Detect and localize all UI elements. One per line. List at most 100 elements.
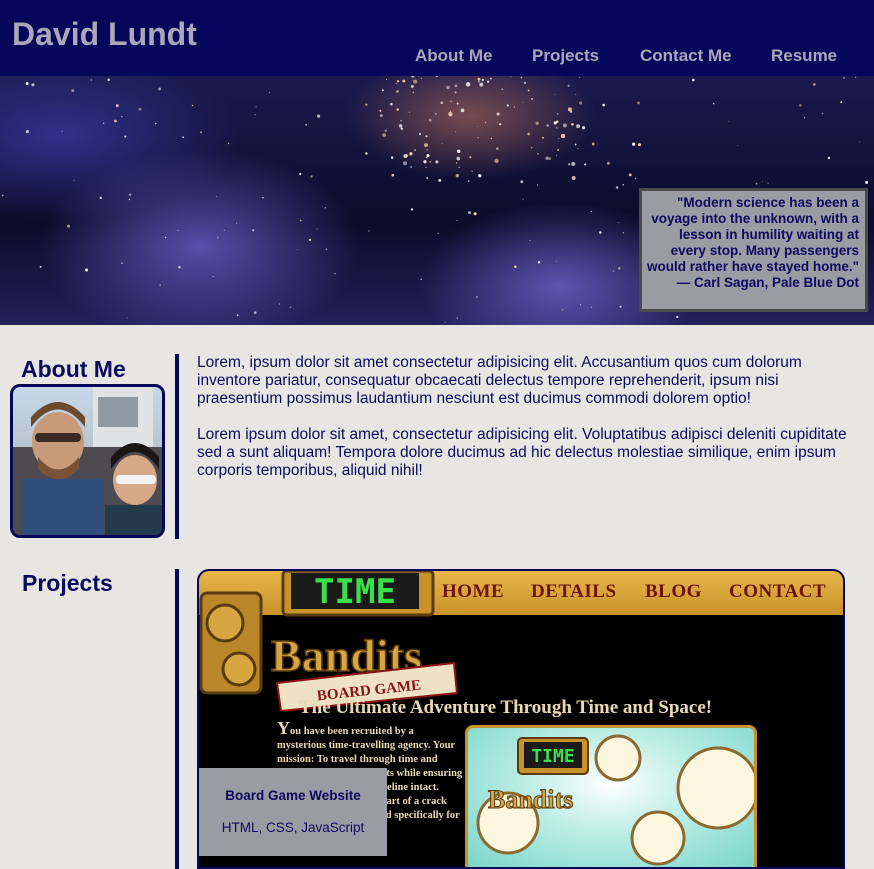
star: [843, 77, 845, 79]
star: [510, 76, 512, 78]
star: [536, 184, 539, 186]
star: [514, 265, 517, 269]
star: [579, 304, 581, 306]
star: [476, 125, 478, 127]
star: [455, 131, 457, 133]
star: [177, 229, 179, 231]
star: [737, 145, 739, 146]
star: [481, 78, 484, 81]
star: [590, 306, 593, 309]
star: [859, 141, 861, 143]
preview-clocks-image: TIME Bandits: [476, 734, 754, 866]
star: [216, 195, 218, 197]
main-nav: About Me Projects Contact Me Resume: [0, 46, 874, 70]
star: [410, 84, 414, 88]
nav-resume[interactable]: Resume: [771, 46, 837, 66]
star: [612, 270, 614, 272]
star: [494, 158, 499, 163]
star: [527, 132, 530, 136]
star: [71, 89, 75, 93]
star: [476, 296, 478, 298]
star: [590, 210, 592, 213]
star: [767, 182, 769, 184]
star: [456, 102, 459, 105]
star: [278, 303, 281, 305]
project-caption-title[interactable]: Board Game Website: [199, 788, 387, 803]
star: [449, 110, 452, 112]
star: [555, 260, 558, 262]
star: [73, 179, 75, 181]
star: [441, 143, 443, 145]
star: [115, 104, 119, 108]
star: [268, 91, 270, 93]
star: [61, 130, 63, 132]
about-paragraph-1: Lorem, ipsum dolor sit amet consectetur …: [197, 354, 802, 407]
star: [400, 127, 403, 130]
star: [410, 208, 414, 211]
star: [545, 156, 549, 160]
star: [496, 121, 498, 123]
star: [865, 180, 869, 184]
star: [478, 174, 482, 178]
star: [577, 147, 579, 150]
quote-text: "Modern science has been a voyage into t…: [647, 195, 859, 274]
star: [426, 153, 430, 158]
star: [548, 157, 552, 161]
star: [200, 131, 202, 134]
preview-nav-blog: BLOG: [645, 581, 702, 602]
project-card-board-game[interactable]: HOME DETAILS BLOG CONTACT TIME Bandits B…: [197, 569, 845, 869]
star: [396, 90, 399, 93]
star: [520, 180, 524, 184]
star: [410, 166, 412, 168]
star: [637, 143, 642, 147]
star: [429, 161, 432, 163]
star: [128, 198, 131, 201]
star: [25, 130, 29, 134]
star: [622, 232, 625, 234]
star: [568, 163, 571, 166]
star: [164, 236, 167, 239]
star: [438, 178, 442, 182]
star: [121, 116, 123, 118]
star: [114, 119, 117, 123]
star: [468, 180, 470, 182]
project-caption: Board Game Website HTML, CSS, JavaScript: [199, 768, 387, 856]
star: [456, 156, 461, 161]
star: [102, 122, 105, 125]
star: [305, 124, 307, 126]
star: [477, 80, 480, 83]
preview-tagline: The Ultimate Adventure Through Time and …: [299, 697, 713, 718]
star: [395, 82, 398, 85]
star: [575, 94, 577, 95]
star: [581, 126, 586, 130]
star: [574, 143, 577, 146]
quote-box: "Modern science has been a voyage into t…: [639, 188, 868, 312]
star: [454, 84, 458, 88]
nav-about-me[interactable]: About Me: [415, 46, 492, 66]
star: [435, 76, 439, 78]
star: [454, 91, 457, 94]
star: [529, 239, 531, 241]
projects-divider: [175, 569, 179, 869]
star: [121, 262, 123, 265]
star: [425, 135, 428, 138]
profile-photo-image: [13, 387, 162, 535]
logo-time-text: TIME: [314, 572, 396, 612]
nav-projects[interactable]: Projects: [532, 46, 599, 66]
star: [212, 275, 214, 278]
star: [450, 100, 453, 103]
nav-contact-me[interactable]: Contact Me: [640, 46, 732, 66]
star: [840, 101, 843, 104]
star: [762, 181, 763, 183]
star: [579, 101, 583, 105]
about-photo: [10, 384, 165, 538]
star: [522, 198, 524, 200]
star: [191, 104, 194, 107]
star: [254, 114, 256, 116]
preview-logo-time-text: TIME: [531, 746, 574, 767]
star: [67, 224, 70, 228]
star: [567, 84, 570, 87]
star: [398, 124, 403, 128]
star: [217, 237, 219, 239]
star: [138, 107, 142, 111]
